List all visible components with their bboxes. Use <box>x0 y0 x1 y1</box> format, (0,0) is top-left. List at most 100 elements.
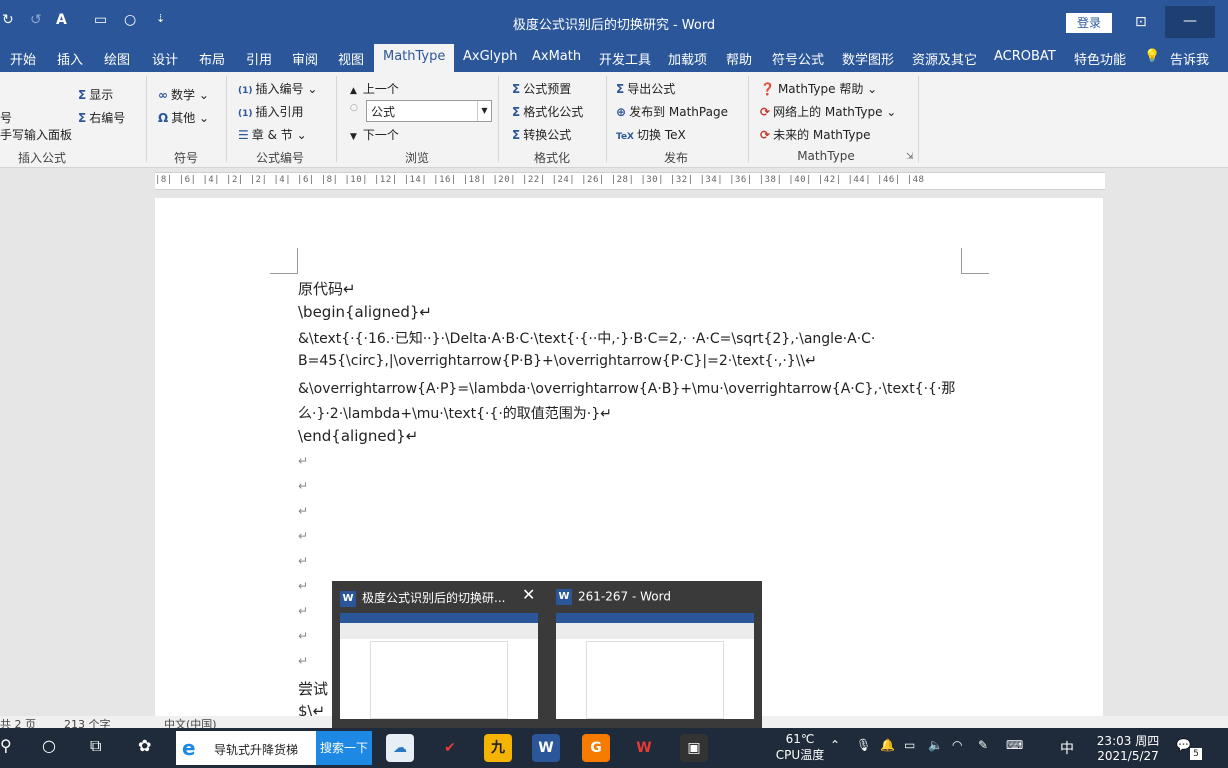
tab-draw[interactable]: 绘图 <box>104 49 130 68</box>
globe-icon: ⊕ <box>616 105 627 119</box>
minimize-button[interactable]: — <box>1165 6 1215 38</box>
cpu-temperature[interactable]: 61℃ CPU温度 <box>774 732 826 763</box>
math-symbols-dropdown[interactable]: ∞ 数学 ⌄ <box>158 86 209 103</box>
display-button[interactable]: Σ 显示 <box>78 86 113 103</box>
ime-indicator[interactable]: 中 <box>1060 738 1074 758</box>
formula-preset-button[interactable]: Σ 公式预置 <box>512 80 571 97</box>
mathtype-help-button[interactable]: ❓ MathType 帮助 ⌄ <box>760 80 877 97</box>
group-separator <box>918 76 919 162</box>
tab-view[interactable]: 视图 <box>338 49 364 68</box>
paragraph-mark: ↵ <box>298 579 309 593</box>
chapter-section-button[interactable]: ☰ 章 & 节 ⌄ <box>238 126 307 143</box>
thumbnail-window-2[interactable]: W 261-267 - Word <box>548 581 762 728</box>
action-center-icon[interactable]: 💬 <box>1176 738 1191 752</box>
chevron-up-icon[interactable]: ⌃ <box>830 738 840 752</box>
insert-partial-item[interactable]: 号 <box>0 109 12 126</box>
sigma-icon: Σ <box>78 88 87 102</box>
pdf-app-icon[interactable]: G <box>582 734 610 762</box>
wifi-icon[interactable]: ◠ <box>952 738 962 752</box>
mathtype-future-icon: ⟳ <box>760 128 771 142</box>
tab-help[interactable]: 帮助 <box>726 49 752 68</box>
next-button[interactable]: ▼ 下一个 <box>350 126 399 143</box>
tab-insert[interactable]: 插入 <box>57 49 83 68</box>
insert-number-button[interactable]: (1) 插入编号 ⌄ <box>238 80 317 97</box>
camera-app-icon[interactable]: ▣ <box>680 734 708 762</box>
other-symbols-dropdown[interactable]: Ω 其他 ⌄ <box>158 109 209 126</box>
ribbon-display-options-icon[interactable]: ⊡ <box>1135 14 1147 30</box>
tab-developer[interactable]: 开发工具 <box>599 49 651 68</box>
tab-tell-me[interactable]: 告诉我 <box>1170 49 1209 68</box>
toggle-tex-button[interactable]: TeX 切换 TeX <box>616 126 686 143</box>
convert-formula-button[interactable]: Σ 转换公式 <box>512 126 571 143</box>
group-label-symbols: 符号 <box>173 151 198 165</box>
list-icon: ☰ <box>238 128 249 142</box>
group-separator <box>336 76 337 162</box>
dialog-launcher-icon[interactable]: ⇲ <box>906 152 914 162</box>
tab-layout[interactable]: 布局 <box>199 49 225 68</box>
group-separator <box>226 76 227 162</box>
check-app-icon[interactable]: ✔ <box>436 734 464 762</box>
up-arrow-icon: ▲ <box>350 86 357 96</box>
close-icon[interactable]: ✕ <box>522 585 535 604</box>
pen-icon[interactable]: ✎ <box>978 738 988 752</box>
mathtype-online-button[interactable]: ⟳ 网络上的 MathType ⌄ <box>760 103 896 120</box>
previous-label: 上一个 <box>362 82 399 96</box>
login-button[interactable]: 登录 <box>1066 13 1112 33</box>
publish-mathpage-button[interactable]: ⊕ 发布到 MathPage <box>616 103 728 120</box>
browser-search-box[interactable]: e 导轨式升降货梯 搜索一下 <box>176 731 372 765</box>
cpu-label: CPU温度 <box>775 748 825 762</box>
tab-axglyph[interactable]: AxGlyph <box>463 49 517 64</box>
right-number-button[interactable]: Σ 右编号 <box>78 109 125 126</box>
search-button[interactable]: 搜索一下 <box>316 731 372 765</box>
convert-icon: Σ <box>512 128 521 142</box>
tab-review[interactable]: 审阅 <box>292 49 318 68</box>
wps-app-icon[interactable]: W <box>630 734 658 762</box>
handwriting-panel-button[interactable]: 手写输入面板 <box>0 126 72 143</box>
microphone-icon[interactable]: 🎙 <box>856 738 871 752</box>
pinwheel-app-icon[interactable]: ✿ <box>138 736 151 755</box>
tab-addins[interactable]: 加载项 <box>668 49 707 68</box>
lightbulb-icon[interactable]: 💡 <box>1144 49 1160 64</box>
volume-icon[interactable]: 🔈 <box>928 738 943 752</box>
omega-icon: Ω <box>158 111 169 125</box>
tab-mathtype[interactable]: MathType <box>374 44 455 72</box>
next-label: 下一个 <box>362 128 399 142</box>
browse-combo[interactable]: 公式 ▼ <box>366 100 492 122</box>
tab-home[interactable]: 开始 <box>10 49 36 68</box>
thumbnail-window-1[interactable]: W 极度公式识别后的切换研... ✕ <box>332 581 546 728</box>
thumbnail-title: W 261-267 - Word <box>556 589 671 605</box>
yellow-app-icon[interactable]: 九 <box>484 734 512 762</box>
chevron-down-icon[interactable]: ▼ <box>477 101 491 121</box>
horizontal-ruler[interactable]: |8| |6| |4| |2| |2| |4| |6| |8| |10| |12… <box>155 172 1105 190</box>
tab-symbol-formula[interactable]: 符号公式 <box>772 49 824 68</box>
insert-reference-button[interactable]: (1) 插入引用 <box>238 103 304 120</box>
search-icon[interactable]: ⚲ <box>0 736 12 755</box>
word-taskbar-icon[interactable]: W <box>532 734 560 762</box>
previous-button[interactable]: ▲ 上一个 <box>350 80 399 97</box>
tab-special-features[interactable]: 特色功能 <box>1074 49 1126 68</box>
format-formula-button[interactable]: Σ 格式化公式 <box>512 103 583 120</box>
mathtype-future-button[interactable]: ⟳ 未来的 MathType <box>760 126 870 143</box>
preset-icon: Σ <box>512 82 521 96</box>
battery-icon[interactable]: ▭ <box>904 738 915 752</box>
keyboard-icon[interactable]: ⌨ <box>1006 738 1023 752</box>
notification-bell-icon[interactable]: 🔔 <box>880 738 895 752</box>
export-formula-button[interactable]: Σ 导出公式 <box>616 80 675 97</box>
tab-acrobat[interactable]: ACROBAT <box>994 49 1056 64</box>
clock[interactable]: 23:03 周四 2021/5/27 <box>1092 732 1164 763</box>
task-view-icon[interactable]: ⧉ <box>90 736 101 756</box>
insert-reference-label: 插入引用 <box>255 105 304 119</box>
doc-line: 么·}·2·\lambda+\mu·\text{·{·的取值范围为·}↵ <box>298 406 612 422</box>
tab-math-graphics[interactable]: 数学图形 <box>842 49 894 68</box>
tab-references[interactable]: 引用 <box>246 49 272 68</box>
thumbnail-preview <box>340 613 538 719</box>
cortana-icon[interactable]: ○ <box>42 736 56 755</box>
chapter-section-label: 章 & 节 <box>251 128 293 142</box>
tab-resources[interactable]: 资源及其它 <box>912 49 977 68</box>
tab-design[interactable]: 设计 <box>152 49 178 68</box>
cloud-app-icon[interactable]: ☁ <box>386 734 414 762</box>
number-icon: (1) <box>238 86 253 96</box>
preview-page <box>586 641 724 719</box>
tab-axmath[interactable]: AxMath <box>532 49 581 64</box>
doc-line: &\text{·{·16.·已知··}·\Delta·A·B·C·\text{·… <box>298 331 876 347</box>
